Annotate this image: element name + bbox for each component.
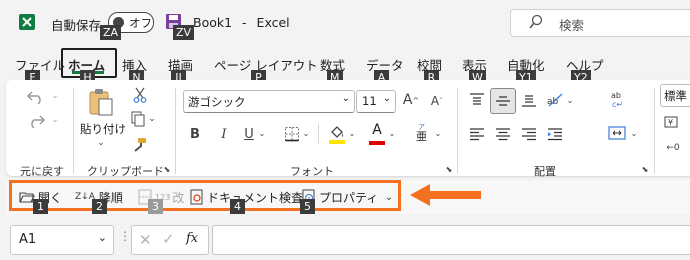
- wrap-text-icon[interactable]: ab c↵: [608, 88, 630, 110]
- formula-input[interactable]: [212, 225, 690, 255]
- align-top-icon[interactable]: [466, 90, 488, 110]
- number-format-value: 標準: [664, 89, 687, 103]
- undo-dropdown-icon[interactable]: ⌄: [50, 90, 60, 100]
- ribbon-divider: [654, 88, 655, 174]
- align-bottom-icon[interactable]: [518, 90, 540, 110]
- svg-text:c↵: c↵: [612, 100, 623, 108]
- bold-button[interactable]: B: [185, 124, 205, 144]
- ribbon-divider: [175, 88, 176, 174]
- paste-label[interactable]: 貼り付け: [80, 121, 126, 137]
- qat-properties-label: プロパティ: [319, 190, 379, 205]
- indent-icon[interactable]: [544, 124, 566, 144]
- name-box[interactable]: A1 ⌄: [10, 225, 114, 255]
- name-box-value: A1: [19, 232, 37, 247]
- fill-color-dropdown-icon[interactable]: ⌄: [348, 127, 356, 139]
- font-name-select[interactable]: 游ゴシック ⌄: [183, 90, 355, 113]
- inspect-document-icon: [190, 189, 204, 205]
- insert-function-button[interactable]: fx: [186, 231, 198, 246]
- borders-icon[interactable]: [282, 124, 302, 144]
- redo-icon[interactable]: [24, 110, 48, 130]
- keytip-qat-page-break: 3: [148, 199, 163, 214]
- align-middle-icon[interactable]: [490, 88, 516, 114]
- paste-icon[interactable]: [86, 86, 116, 118]
- qat-inspect-document-label: ドキュメント検査: [207, 190, 304, 205]
- document-title: Book1 - Excel: [193, 15, 290, 30]
- chevron-down-icon: ⌄: [97, 231, 107, 244]
- ribbon-divider: [73, 88, 74, 174]
- merge-center-icon[interactable]: [606, 122, 628, 144]
- font-size-value: 11: [362, 94, 377, 108]
- fill-color-icon[interactable]: [327, 122, 347, 146]
- chevron-down-icon: ⌄: [382, 93, 391, 104]
- chevron-down-icon: ⌄: [341, 93, 350, 104]
- redo-dropdown-icon[interactable]: ⌄: [50, 114, 60, 124]
- svg-text:ab: ab: [611, 91, 621, 100]
- formula-buttons: ✕ ✓ fx: [131, 225, 209, 255]
- clipboard-launcher-icon[interactable]: ⬊: [162, 164, 172, 174]
- font-group-label: フォント: [290, 165, 334, 178]
- search-box[interactable]: 検索: [510, 9, 690, 37]
- qat-page-break-label: 改: [172, 190, 185, 205]
- excel-logo-icon: [18, 13, 36, 31]
- search-icon: [529, 14, 543, 33]
- keytip-qat-inspect: 4: [230, 199, 245, 214]
- decrease-font-size-icon[interactable]: Aˇ: [427, 91, 447, 111]
- number-format-select[interactable]: 標準: [660, 84, 690, 107]
- keytip-autosave: ZA: [100, 25, 122, 40]
- italic-button[interactable]: I: [214, 124, 234, 144]
- font-color-dropdown-icon[interactable]: ⌄: [388, 127, 396, 139]
- ribbon-divider: [457, 88, 458, 174]
- book-name: Book1: [193, 15, 233, 30]
- title-separator: -: [242, 15, 247, 30]
- currency-format-icon[interactable]: ¥: [662, 112, 684, 132]
- increase-font-size-icon[interactable]: A ^: [401, 90, 421, 110]
- paste-dropdown-icon[interactable]: ⌄: [96, 138, 106, 148]
- qat-inspect-document-button[interactable]: ドキュメント検査: [190, 186, 303, 208]
- borders-dropdown-icon[interactable]: ⌄: [302, 127, 310, 139]
- underline-button[interactable]: U: [239, 124, 259, 144]
- app-name: Excel: [256, 15, 290, 30]
- alignment-launcher-icon[interactable]: ⬊: [640, 164, 650, 174]
- clipboard-group-label: クリップボード: [87, 165, 164, 178]
- font-name-value: 游ゴシック: [188, 95, 246, 109]
- qat-customize-dropdown-icon[interactable]: ⌄: [383, 190, 395, 204]
- phonetic-guide-button[interactable]: 亜 ア: [414, 122, 434, 146]
- keytip-qat-properties: 5: [300, 199, 315, 214]
- autosave-label: 自動保存: [51, 18, 102, 33]
- keytip-qat-sort: 2: [92, 199, 107, 214]
- keytip-save: ZV: [173, 25, 195, 40]
- font-divider: [318, 124, 319, 144]
- font-color-swatch: [369, 141, 385, 145]
- font-launcher-icon[interactable]: ⬊: [444, 164, 454, 174]
- enter-icon[interactable]: ✓: [162, 230, 175, 248]
- orientation-icon[interactable]: ab: [544, 90, 566, 110]
- annotation-arrow: [408, 182, 482, 208]
- align-center-icon[interactable]: [492, 124, 514, 144]
- merge-dropdown-icon[interactable]: ⌄: [630, 127, 638, 139]
- cut-icon[interactable]: [132, 86, 148, 104]
- undo-group-label: 元に戻す: [20, 165, 64, 178]
- svg-text:¥: ¥: [668, 118, 673, 127]
- cancel-icon[interactable]: ✕: [139, 231, 152, 249]
- formula-bar-grip-icon[interactable]: ⋮: [119, 229, 131, 243]
- phonetic-dash-icon: ア: [418, 123, 425, 131]
- keytip-qat-open: 1: [33, 199, 48, 214]
- autosave-state: オフ: [129, 16, 152, 30]
- search-placeholder: 検索: [559, 18, 585, 33]
- copy-icon[interactable]: [130, 110, 146, 128]
- copy-dropdown-icon[interactable]: ⌄: [147, 114, 157, 124]
- decimal-icon[interactable]: ←0: [662, 138, 684, 158]
- font-color-button[interactable]: A: [368, 122, 386, 146]
- align-left-icon[interactable]: [466, 124, 488, 144]
- font-color-letter: A: [372, 122, 382, 138]
- undo-icon[interactable]: [24, 86, 48, 106]
- tab-file[interactable]: ファイル: [15, 55, 65, 74]
- font-size-select[interactable]: 11 ⌄: [356, 90, 396, 113]
- underline-dropdown-icon[interactable]: ⌄: [258, 127, 266, 139]
- align-right-icon[interactable]: [518, 124, 540, 144]
- phonetic-dropdown-icon[interactable]: ⌄: [434, 127, 442, 139]
- format-painter-icon[interactable]: [130, 136, 148, 154]
- orientation-dropdown-icon[interactable]: ⌄: [566, 94, 574, 106]
- alignment-group-label: 配置: [534, 165, 556, 178]
